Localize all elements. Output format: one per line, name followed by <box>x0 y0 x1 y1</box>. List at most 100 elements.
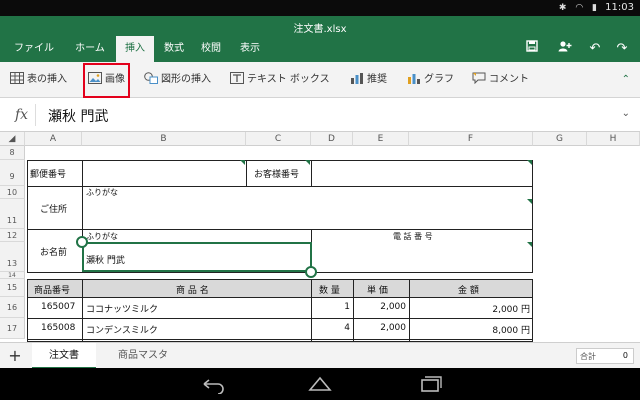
textbox-icon <box>230 72 244 84</box>
row-code[interactable]: 165008 <box>41 323 75 333</box>
title-bar: 注文書.xlsx <box>0 16 640 36</box>
postal-code-label: 郵便番号 <box>30 170 67 180</box>
comment-marker <box>305 160 310 165</box>
sheet-tab-bar: + 注文書 商品マスタ 合計 0 <box>0 342 640 369</box>
row-header[interactable]: 12 <box>0 229 25 242</box>
insert-textbox-button[interactable]: テキスト ボックス <box>230 70 330 90</box>
tab-review[interactable]: 校閲 <box>194 36 228 62</box>
insert-table-button[interactable]: 表の挿入 <box>10 70 67 90</box>
customer-number-label: お客様番号 <box>254 170 300 180</box>
table-divider <box>27 339 533 340</box>
column-header[interactable]: B <box>82 132 246 146</box>
sum-value: 0 <box>622 351 628 360</box>
formula-input[interactable]: 瀬秋 門武 <box>48 106 108 126</box>
insert-comment-label: コメント <box>489 74 529 85</box>
insert-shape-label: 図形の挿入 <box>161 74 211 85</box>
status-icons: ✱ ◠ ▮ <box>558 3 600 13</box>
table-header-qty: 数 量 <box>319 286 340 296</box>
tab-insert[interactable]: 挿入 <box>116 36 154 62</box>
table-icon <box>10 72 24 84</box>
insert-chart-button[interactable]: グラフ <box>407 70 454 90</box>
status-bar: ✱ ◠ ▮ 11:03 <box>0 0 640 16</box>
table-header-bg <box>28 280 532 297</box>
worksheet[interactable]: ◢ A B C D E F G H 8 9 10 11 12 13 14 15 … <box>0 132 640 342</box>
recommended-chart-label: 推奨 <box>367 74 387 85</box>
navigation-bar <box>0 368 640 400</box>
recent-apps-icon[interactable] <box>415 374 445 394</box>
insert-chart-label: グラフ <box>424 74 454 85</box>
share-user-icon[interactable] <box>555 40 575 58</box>
row-quantity[interactable]: 4 <box>312 323 350 333</box>
home-icon[interactable] <box>305 374 335 394</box>
ribbon-tab-bar: ファイル ホーム 挿入 数式 校閲 表示 ↶ ↷ <box>0 36 640 62</box>
row-amount[interactable]: 8,000 円 <box>410 323 530 336</box>
function-icon[interactable]: fx <box>8 104 36 126</box>
comment-icon <box>472 72 486 85</box>
comment-marker <box>527 160 532 165</box>
phone-number-label: 電 話 番 号 <box>393 232 433 241</box>
row-quantity[interactable]: 1 <box>312 302 350 312</box>
row-header[interactable]: 13 <box>0 242 25 272</box>
row-header[interactable]: 17 <box>0 318 25 339</box>
table-header-amount: 金 額 <box>458 286 479 296</box>
row-unit-price[interactable]: 2,000 <box>354 323 406 333</box>
sum-label: 合計 <box>580 352 596 361</box>
column-header[interactable]: C <box>246 132 311 146</box>
column-header[interactable]: A <box>25 132 82 146</box>
column-header[interactable]: D <box>311 132 353 146</box>
insert-shape-button[interactable]: 図形の挿入 <box>144 70 211 90</box>
row-product-name[interactable]: ココナッツミルク <box>86 302 158 315</box>
status-sum: 合計 0 <box>576 348 634 364</box>
sheet-tab-order[interactable]: 注文書 <box>32 343 96 369</box>
form-divider <box>27 229 533 230</box>
redo-icon[interactable]: ↷ <box>612 40 632 58</box>
table-header-code: 商品番号 <box>34 286 71 296</box>
form-divider <box>246 160 247 186</box>
formula-bar: fx 瀬秋 門武 ⌄ <box>0 98 640 132</box>
sheet-tab-products[interactable]: 商品マスタ <box>100 343 186 369</box>
tab-home[interactable]: ホーム <box>68 36 112 62</box>
back-icon[interactable] <box>198 374 228 395</box>
row-header[interactable]: 8 <box>0 146 25 160</box>
selected-range[interactable] <box>82 242 312 272</box>
tab-file[interactable]: ファイル <box>6 36 62 62</box>
recommended-chart-button[interactable]: 推奨 <box>350 70 387 90</box>
column-header[interactable]: G <box>533 132 587 146</box>
tab-formulas[interactable]: 数式 <box>158 36 190 62</box>
name-furigana[interactable]: ふりがな <box>86 231 118 242</box>
add-sheet-button[interactable]: + <box>0 343 30 369</box>
row-amount[interactable]: 2,000 円 <box>410 302 530 315</box>
row-header[interactable]: 16 <box>0 297 25 318</box>
table-header-price: 単 価 <box>367 286 388 296</box>
row-header[interactable]: 9 <box>0 160 25 186</box>
table-divider <box>27 318 533 319</box>
row-header[interactable]: 14 <box>0 272 25 279</box>
insert-comment-button[interactable]: コメント <box>472 70 529 90</box>
name-label: お名前 <box>40 248 68 258</box>
column-header[interactable]: H <box>587 132 640 146</box>
row-product-name[interactable]: コンデンスミルク <box>86 323 158 336</box>
table-header-name: 商 品 名 <box>176 286 209 296</box>
row-header[interactable]: 10 <box>0 186 25 199</box>
comment-marker <box>240 160 245 165</box>
recommended-chart-icon <box>350 72 364 84</box>
collapse-ribbon-icon[interactable]: ⌃ <box>622 74 630 85</box>
row-code[interactable]: 165007 <box>41 302 75 312</box>
selection-handle-end[interactable] <box>305 266 317 278</box>
tab-view[interactable]: 表示 <box>232 36 268 62</box>
select-all-corner[interactable]: ◢ <box>0 132 25 146</box>
chevron-down-icon[interactable]: ⌄ <box>622 108 630 119</box>
selection-handle-start[interactable] <box>76 236 88 248</box>
address-furigana[interactable]: ふりがな <box>86 187 118 198</box>
picture-button-highlight <box>83 63 130 98</box>
row-unit-price[interactable]: 2,000 <box>354 302 406 312</box>
shapes-icon <box>144 72 158 84</box>
chart-icon <box>407 72 421 84</box>
undo-icon[interactable]: ↶ <box>585 40 605 58</box>
column-header[interactable]: F <box>409 132 533 146</box>
column-header[interactable]: E <box>353 132 409 146</box>
table-divider <box>27 297 533 298</box>
row-header[interactable]: 15 <box>0 279 25 297</box>
save-icon[interactable] <box>522 40 542 58</box>
row-header[interactable]: 11 <box>0 199 25 229</box>
